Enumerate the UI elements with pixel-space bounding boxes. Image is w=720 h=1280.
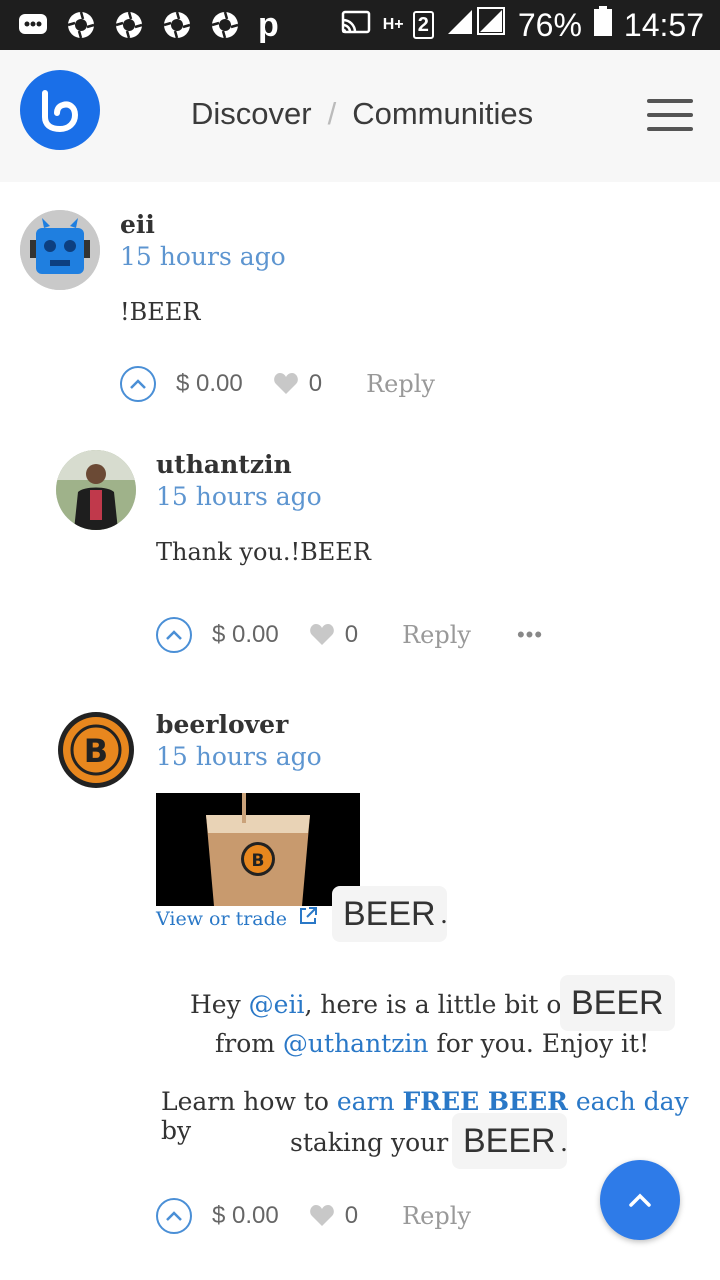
cast-icon [341, 7, 371, 44]
period-text: . [440, 900, 448, 929]
upvote-button[interactable] [120, 366, 156, 402]
comment-actions: $ 0.00 0 Reply [156, 1196, 471, 1236]
robot-avatar-image [20, 210, 100, 290]
network-type-label: H+ [382, 16, 404, 33]
reply-button[interactable]: Reply [402, 1202, 471, 1230]
reply-button[interactable]: Reply [366, 370, 435, 398]
sim-indicator: 2 [412, 11, 434, 39]
menu-icon [647, 99, 693, 103]
aperture-icon [114, 10, 144, 40]
like-count[interactable]: 0 [345, 621, 358, 649]
system-icons: H+ 2 76% 14:57 [341, 6, 704, 44]
view-or-trade-link[interactable]: View or trade [156, 908, 287, 930]
comment-author[interactable]: eii [120, 210, 155, 239]
app-logo[interactable] [20, 70, 100, 150]
svg-text:B: B [84, 732, 108, 770]
chevron-up-icon [166, 1211, 182, 1221]
status-bar: p H+ 2 76% 14:57 [0, 0, 720, 50]
text-fragment: staking your [290, 1128, 449, 1157]
reply-button[interactable]: Reply [402, 621, 471, 649]
avatar[interactable] [56, 450, 136, 530]
like-count[interactable]: 0 [309, 370, 322, 398]
signal-icon [446, 6, 506, 44]
avatar[interactable]: B [56, 710, 136, 790]
period-text: . [560, 1128, 568, 1157]
text-fragment: from [215, 1029, 283, 1058]
comment-timestamp[interactable]: 15 hours ago [156, 742, 322, 771]
text-fragment: , here is a little bit of [304, 990, 571, 1019]
comment-body: !BEER [120, 298, 201, 326]
text-fragment: Hey [190, 990, 249, 1019]
beer-token-image[interactable]: B [156, 793, 360, 906]
payout-value[interactable]: $ 0.00 [212, 621, 279, 649]
upvote-button[interactable] [156, 617, 192, 653]
comment-line: staking your [290, 1128, 448, 1157]
like-count[interactable]: 0 [345, 1202, 358, 1230]
payout-value[interactable]: $ 0.00 [212, 1202, 279, 1230]
mention-link[interactable]: @eii [249, 990, 305, 1019]
mention-link[interactable]: @uthantzin [283, 1029, 429, 1058]
beer-glass-image: B [156, 793, 360, 906]
user-photo-image [56, 450, 136, 530]
menu-icon-bar [647, 113, 693, 117]
hamburger-menu-button[interactable] [647, 99, 693, 133]
text-fragment: for you. Enjoy it! [428, 1029, 650, 1058]
comment-actions: $ 0.00 0 Reply [120, 364, 435, 404]
comment-line: from @uthantzin for you. Enjoy it! [215, 1029, 649, 1058]
notification-icons: p [18, 5, 279, 44]
app-header: Discover / Communities [0, 50, 720, 182]
external-link-icon[interactable] [298, 906, 318, 930]
avatar[interactable] [20, 210, 100, 290]
comment-author[interactable]: uthantzin [156, 450, 292, 479]
heart-icon [309, 1204, 335, 1228]
link-text: earn [336, 1087, 403, 1116]
app-notification-icon: p [258, 5, 279, 44]
breadcrumb: Discover / Communities [191, 96, 533, 132]
earn-free-beer-link[interactable]: earn FREE BEER each day [337, 1087, 689, 1116]
upvote-button[interactable] [156, 1198, 192, 1234]
heart-icon [309, 623, 335, 647]
nav-communities-link[interactable]: Communities [352, 96, 533, 132]
logo-icon [42, 90, 79, 133]
comment-timestamp[interactable]: 15 hours ago [156, 482, 322, 511]
link-text: each day [567, 1087, 689, 1116]
text-fragment: Learn how to [161, 1087, 337, 1116]
aperture-icon [66, 10, 96, 40]
payout-value[interactable]: $ 0.00 [176, 370, 243, 398]
link-text-bold: FREE BEER [402, 1087, 568, 1116]
menu-icon-bar [647, 127, 693, 131]
scroll-to-top-button[interactable] [600, 1160, 680, 1240]
comment-line: Hey @eii, here is a little bit of [190, 990, 571, 1019]
battery-percent: 76% [517, 6, 582, 43]
token-chip[interactable]: BEER [560, 975, 675, 1031]
chevron-up-icon [130, 379, 146, 389]
svg-text:B: B [252, 851, 265, 871]
clock: 14:57 [623, 6, 704, 43]
token-chip[interactable]: BEER [452, 1113, 567, 1169]
comment-author[interactable]: beerlover [156, 710, 288, 739]
beer-badge-avatar-image: B [58, 712, 134, 788]
comment-actions: $ 0.00 0 Reply ••• [156, 615, 543, 655]
breadcrumb-separator: / [327, 96, 337, 131]
nav-discover-link[interactable]: Discover [191, 96, 312, 132]
more-options-button[interactable]: ••• [517, 622, 543, 648]
chevron-up-icon [629, 1193, 651, 1207]
heart-icon [273, 372, 299, 396]
aperture-icon [210, 10, 240, 40]
aperture-icon [162, 10, 192, 40]
battery-icon [593, 6, 612, 44]
message-icon [18, 10, 48, 40]
comment-timestamp[interactable]: 15 hours ago [120, 242, 286, 271]
chevron-up-icon [166, 630, 182, 640]
token-chip[interactable]: BEER [332, 886, 447, 942]
comment-body: Thank you.!BEER [156, 538, 371, 566]
text-fragment: by [161, 1116, 192, 1145]
